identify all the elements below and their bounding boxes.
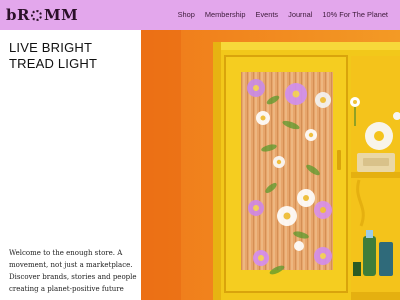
nav-item-events[interactable]: Events (256, 10, 279, 19)
flower-icon (30, 9, 42, 21)
site-header: BREAM b R M M Shop Membership Events Jou… (0, 0, 400, 30)
hero-title-line-2: TREAD LIGHT (9, 56, 98, 71)
hero-title: LIVE BRIGHT TREAD LIGHT (9, 40, 137, 72)
nav-item-membership[interactable]: Membership (205, 10, 246, 19)
logo-letter-b: b (6, 6, 17, 24)
main-nav: Shop Membership Events Journal 10% For T… (178, 10, 388, 19)
logo-letter-m1: M (43, 6, 61, 24)
brand-logo[interactable]: BREAM b R M M (6, 5, 78, 25)
logo-letter-r: R (17, 6, 29, 24)
hero-description: Welcome to the enough store. A movement,… (9, 249, 137, 293)
hero-text-panel: LIVE BRIGHT TREAD LIGHT Welcome to the e… (0, 30, 141, 300)
nav-item-10-percent-for-the-planet[interactable]: 10% For The Planet (322, 10, 388, 19)
hero-title-line-1: LIVE BRIGHT (9, 40, 93, 55)
hero-image (141, 30, 400, 300)
nav-item-shop[interactable]: Shop (178, 10, 195, 19)
nav-item-journal[interactable]: Journal (288, 10, 312, 19)
logo-letter-m2: M (61, 6, 78, 24)
flower-cabinet-illustration (141, 30, 400, 300)
